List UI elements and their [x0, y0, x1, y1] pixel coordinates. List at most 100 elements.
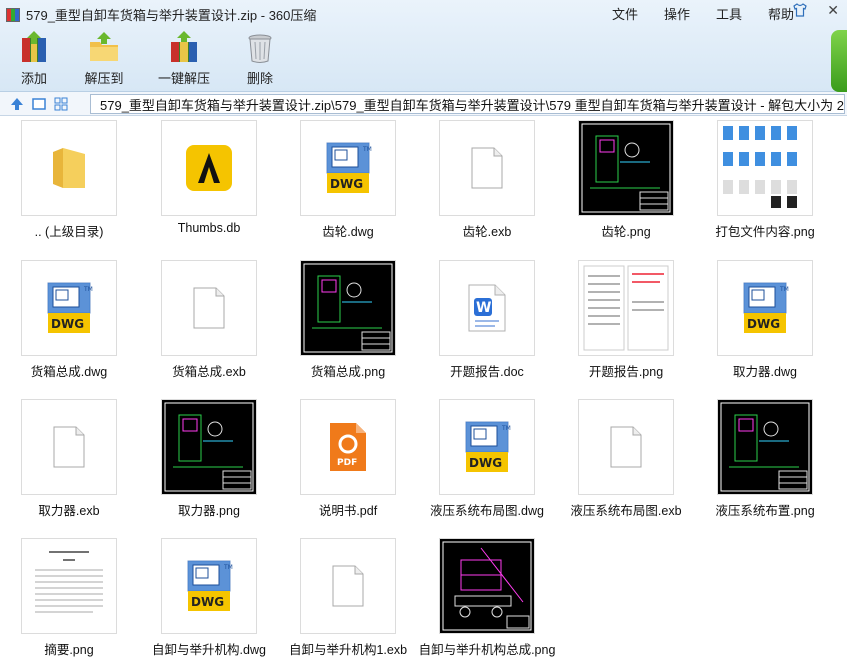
cad-drawing-thumbnail: [581, 123, 671, 213]
grid-view-icon: [54, 97, 68, 110]
svg-text:TM: TM: [223, 564, 233, 571]
close-icon[interactable]: ✕: [827, 2, 839, 19]
file-thumbnail: TM DWG: [717, 260, 813, 356]
up-button[interactable]: [6, 93, 28, 115]
file-item[interactable]: 自卸与举升机构1.exb: [283, 538, 413, 666]
svg-text:TM: TM: [501, 425, 511, 432]
blank-file-icon: [193, 287, 225, 329]
file-item[interactable]: 货箱总成.png: [283, 260, 413, 388]
file-thumbnail: [21, 399, 117, 495]
file-name: 说明书.pdf: [318, 504, 378, 518]
file-item[interactable]: 自卸与举升机构总成.png: [419, 538, 555, 666]
file-name: 摘要.png: [44, 643, 94, 657]
report-page-thumbnail: [583, 265, 669, 351]
file-item[interactable]: 取力器.exb: [4, 399, 134, 527]
menu-operation[interactable]: 操作: [651, 4, 703, 23]
dwg-file-icon: TM DWG: [743, 282, 789, 333]
add-button[interactable]: 添加: [4, 30, 64, 88]
pack-contents-thumbnail: [723, 126, 797, 208]
window-title-area: 579_重型自卸车货箱与举升装置设计.zip - 360压缩: [6, 5, 316, 24]
menu-tools[interactable]: 工具: [703, 4, 755, 23]
file-item[interactable]: Thumbs.db: [144, 120, 274, 248]
file-item[interactable]: 液压系统布置.png: [700, 399, 830, 527]
file-name: 齿轮.exb: [462, 225, 512, 239]
svg-text:TM: TM: [362, 146, 372, 153]
file-name: 液压系统布置.png: [715, 504, 815, 518]
file-thumbnail: [717, 399, 813, 495]
svg-text:DWG: DWG: [51, 317, 84, 331]
file-item[interactable]: 取力器.png: [144, 399, 274, 527]
view-large-button[interactable]: [28, 93, 50, 115]
file-item[interactable]: PDF 说明书.pdf: [283, 399, 413, 527]
cad-drawing-thumbnail: [720, 402, 810, 492]
file-name: 自卸与举升机构总成.png: [418, 643, 556, 657]
svg-text:DWG: DWG: [191, 595, 224, 609]
file-item[interactable]: 摘要.png: [4, 538, 134, 666]
file-item[interactable]: 液压系统布局图.exb: [561, 399, 691, 527]
file-thumbnail: [717, 120, 813, 216]
dwg-file-icon: TM DWG: [465, 421, 511, 472]
file-item[interactable]: 齿轮.exb: [422, 120, 552, 248]
blank-file-icon: [53, 426, 85, 468]
file-item[interactable]: 开题报告.png: [561, 260, 691, 388]
file-thumbnail: PDF: [300, 399, 396, 495]
add-archive-icon: [22, 31, 46, 62]
up-arrow-icon: [11, 97, 23, 110]
file-name: 齿轮.png: [601, 225, 651, 239]
file-thumbnail: [578, 399, 674, 495]
file-grid: .. (上级目录) Thumbs.db TM DWG 齿轮.dwg 齿轮.exb 齿轮.pn…: [0, 120, 847, 668]
extract-to-button[interactable]: 解压到: [68, 30, 140, 88]
one-click-extract-button[interactable]: 一键解压: [142, 30, 226, 88]
blank-file-icon: [471, 147, 503, 189]
file-thumbnail: TM DWG: [439, 399, 535, 495]
view-list-button[interactable]: [50, 93, 72, 115]
file-item[interactable]: W 开题报告.doc: [422, 260, 552, 388]
skin-shirt-icon[interactable]: [793, 3, 807, 17]
address-row: 579_重型自卸车货箱与举升装置设计.zip\579_重型自卸车货箱与举升装置设…: [0, 92, 847, 116]
file-thumbnail: W: [439, 260, 535, 356]
svg-text:DWG: DWG: [747, 317, 780, 331]
file-name: 取力器.png: [178, 504, 240, 518]
file-thumbnail: [161, 120, 257, 216]
pdf-file-icon: PDF: [330, 423, 366, 471]
app-logo-icon: [6, 7, 20, 22]
cad-assembly-thumbnail: [442, 541, 532, 631]
file-item[interactable]: TM DWG 取力器.dwg: [700, 260, 830, 388]
file-name: Thumbs.db: [177, 221, 241, 235]
address-bar[interactable]: 579_重型自卸车货箱与举升装置设计.zip\579_重型自卸车货箱与举升装置设…: [90, 94, 845, 114]
extract-to-label: 解压到: [84, 71, 124, 86]
file-name: 自卸与举升机构1.exb: [288, 643, 408, 657]
file-thumbnail: [161, 260, 257, 356]
dwg-file-icon: TM DWG: [326, 142, 372, 193]
window-title: 579_重型自卸车货箱与举升装置设计.zip - 360压缩: [26, 8, 317, 23]
file-item[interactable]: .. (上级目录): [4, 120, 134, 248]
menu-file[interactable]: 文件: [599, 4, 651, 23]
file-thumbnail: [578, 260, 674, 356]
abstract-page-thumbnail: [29, 544, 109, 630]
add-button-label: 添加: [20, 71, 47, 86]
file-thumbnail: [578, 120, 674, 216]
file-item[interactable]: TM DWG 液压系统布局图.dwg: [422, 399, 552, 527]
address-path: 579_重型自卸车货箱与举升装置设计.zip\579_重型自卸车货箱与举升装置设…: [100, 97, 845, 113]
svg-text:TM: TM: [779, 286, 789, 293]
file-name: 货箱总成.exb: [172, 365, 246, 379]
cad-drawing-thumbnail: [303, 263, 393, 353]
extract-folder-icon: [90, 32, 118, 61]
file-name: 货箱总成.png: [310, 365, 386, 379]
file-thumbnail: [439, 538, 535, 634]
file-item[interactable]: TM DWG 货箱总成.dwg: [4, 260, 134, 388]
cad-drawing-thumbnail: [164, 402, 254, 492]
file-name: 打包文件内容.png: [715, 225, 815, 239]
file-item[interactable]: 货箱总成.exb: [144, 260, 274, 388]
file-item[interactable]: TM DWG 齿轮.dwg: [283, 120, 413, 248]
file-item[interactable]: 齿轮.png: [561, 120, 691, 248]
delete-button[interactable]: 删除: [228, 30, 292, 88]
file-name: 货箱总成.dwg: [30, 365, 108, 379]
svg-text:DWG: DWG: [469, 456, 502, 470]
one-click-extract-icon: [171, 31, 197, 62]
file-name: 自卸与举升机构.dwg: [152, 643, 266, 657]
file-thumbnail: [161, 399, 257, 495]
file-item[interactable]: 打包文件内容.png: [700, 120, 830, 248]
svg-text:W: W: [476, 300, 491, 316]
file-item[interactable]: TM DWG 自卸与举升机构.dwg: [144, 538, 274, 666]
